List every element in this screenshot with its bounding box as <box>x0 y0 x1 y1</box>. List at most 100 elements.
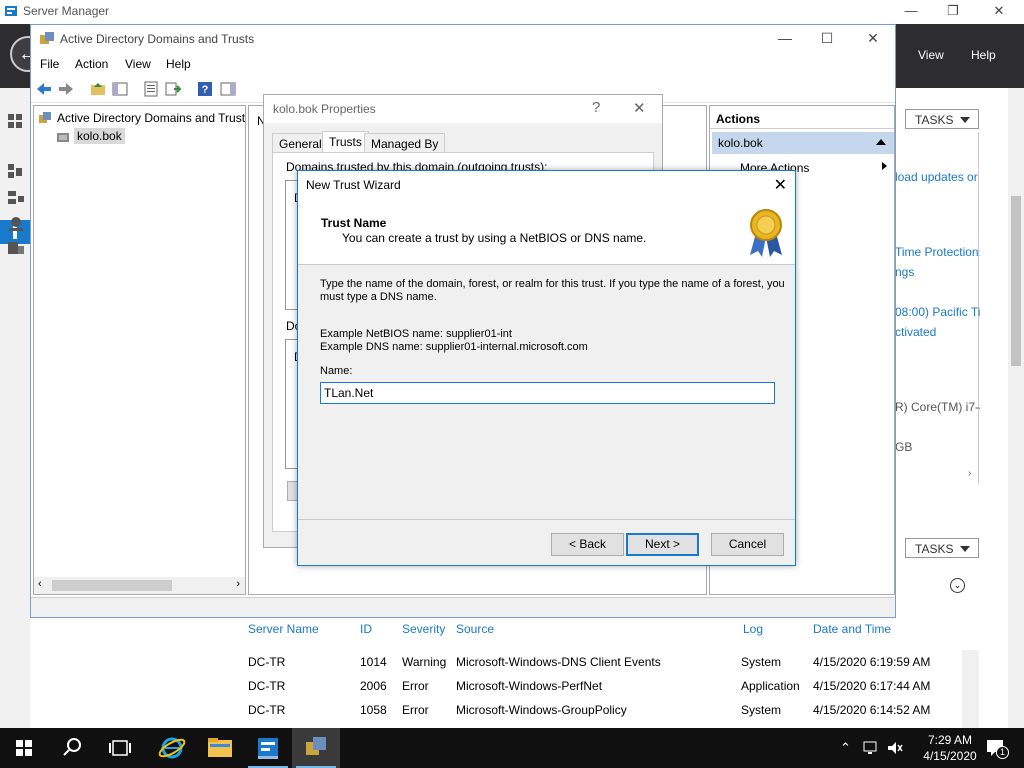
actions-header: Actions <box>710 109 894 129</box>
cell-server: DC-TR <box>248 655 286 669</box>
col-id[interactable]: ID <box>360 622 372 636</box>
cell-id: 1014 <box>360 655 387 669</box>
properties-close-button[interactable]: ✕ <box>633 99 646 117</box>
properties-icon[interactable] <box>142 80 160 98</box>
tasks-dropdown-top[interactable]: TASKS <box>905 109 979 129</box>
ad-close-button[interactable]: ✕ <box>853 29 893 49</box>
ad-titlebar: Active Directory Domains and Trusts — ☐ … <box>31 25 895 53</box>
internet-explorer-icon <box>158 737 186 759</box>
show-action-pane-icon[interactable] <box>219 80 237 98</box>
scroll-thumb[interactable] <box>1011 196 1021 366</box>
export-list-icon[interactable] <box>164 80 182 98</box>
cancel-button[interactable]: Cancel <box>711 533 784 556</box>
cell-log: Application <box>741 679 800 693</box>
maximize-button[interactable]: ❐ <box>930 2 976 22</box>
back-button[interactable]: < Back <box>551 533 624 556</box>
menu-view[interactable]: View <box>125 57 151 71</box>
forward-icon[interactable] <box>57 80 75 98</box>
col-source[interactable]: Source <box>456 622 494 636</box>
tasks-dropdown-events[interactable]: TASKS <box>905 538 979 558</box>
tree-hscroll-thumb[interactable] <box>52 580 172 591</box>
tree-root-ad-domains-trusts[interactable]: Active Directory Domains and Trust <box>57 111 245 125</box>
tile-text-activated[interactable]: ctivated <box>895 325 980 339</box>
show-hide-tree-icon[interactable] <box>111 80 129 98</box>
action-center-button[interactable]: 1 <box>984 736 1009 760</box>
wizard-titlebar: New Trust Wizard ✕ <box>298 171 795 199</box>
trust-name-input[interactable] <box>320 382 775 404</box>
scroll-right-icon[interactable]: › <box>236 578 240 590</box>
col-server-name[interactable]: Server Name <box>248 622 319 636</box>
help-menu[interactable]: Help <box>971 48 996 62</box>
example-dns: Example DNS name: supplier01-internal.mi… <box>320 341 588 353</box>
ad-maximize-button[interactable]: ☐ <box>807 29 847 49</box>
menu-help[interactable]: Help <box>166 57 191 71</box>
ad-root-icon <box>39 112 51 123</box>
back-icon[interactable] <box>35 80 53 98</box>
start-button[interactable] <box>0 728 48 768</box>
volume-muted-icon[interactable] <box>886 740 904 756</box>
task-view-button[interactable] <box>96 728 144 768</box>
tile-scroll-right-icon[interactable]: › <box>968 468 971 479</box>
events-filter-tile <box>896 562 979 612</box>
wizard-title: New Trust Wizard <box>306 178 401 192</box>
submenu-arrow-icon <box>882 162 891 170</box>
wizard-close-button[interactable]: ✕ <box>774 175 787 195</box>
server-manager-titlebar: Server Manager — ❐ ✕ <box>0 0 1024 24</box>
tree-hscrollbar[interactable]: ‹ › <box>34 577 245 594</box>
col-date-time[interactable]: Date and Time <box>813 622 891 636</box>
up-folder-icon[interactable] <box>89 80 107 98</box>
help-icon[interactable]: ? <box>196 80 214 98</box>
close-button[interactable]: ✕ <box>976 2 1022 22</box>
tab-trusts[interactable]: Trusts <box>322 131 369 153</box>
console-tree: Active Directory Domains and Trust kolo.… <box>33 105 246 595</box>
wizard-separator <box>298 519 795 520</box>
dashboard-icon[interactable] <box>6 110 26 130</box>
tab-general[interactable]: General <box>272 133 329 153</box>
file-explorer-icon <box>208 738 232 757</box>
server-manager-taskbar-button[interactable] <box>244 728 292 768</box>
network-icon[interactable] <box>862 740 880 756</box>
show-hidden-icons-icon[interactable]: ⌃ <box>840 740 851 756</box>
tile-text-settings[interactable]: ngs <box>895 265 980 279</box>
ad-ds-icon[interactable] <box>6 188 26 208</box>
status-bar <box>31 597 895 617</box>
col-log[interactable]: Log <box>743 622 763 636</box>
svg-text:?: ? <box>202 84 209 96</box>
server-manager-title: Server Manager <box>23 4 110 18</box>
scroll-left-icon[interactable]: ‹ <box>38 578 42 590</box>
ad-menubar: File Action View Help <box>31 53 895 75</box>
actions-kolo-bok[interactable]: kolo.bok <box>712 132 894 154</box>
task-view-icon <box>109 740 131 756</box>
minimize-button[interactable]: — <box>888 2 934 22</box>
cell-date: 4/15/2020 6:17:44 AM <box>813 679 931 693</box>
tree-item-kolo-bok[interactable]: kolo.bok <box>74 128 125 144</box>
tile-text-protection[interactable]: Time Protection: <box>895 245 980 259</box>
dns-icon[interactable] <box>6 214 26 234</box>
next-button[interactable]: Next > <box>626 533 699 556</box>
taskbar-clock[interactable]: 7:29 AM 4/15/2020 <box>920 732 980 764</box>
all-servers-icon[interactable] <box>6 162 26 182</box>
menu-file[interactable]: File <box>40 57 59 71</box>
windows-logo-icon <box>16 740 32 756</box>
tile-text-updates[interactable]: load updates or <box>895 170 980 184</box>
ad-domains-trusts-taskbar-button[interactable] <box>292 728 340 768</box>
internet-explorer-button[interactable] <box>148 728 196 768</box>
search-button[interactable] <box>48 728 96 768</box>
ad-minimize-button[interactable]: — <box>765 29 805 49</box>
tile-text-memory: GB <box>895 440 913 454</box>
file-services-icon[interactable] <box>6 238 26 258</box>
menu-action[interactable]: Action <box>75 57 108 71</box>
cell-severity: Warning <box>402 655 447 669</box>
expand-chevron-icon[interactable]: ⌄ <box>950 578 965 593</box>
server-manager-scrollbar[interactable] <box>1008 88 1024 728</box>
server-manager-icon <box>258 738 278 759</box>
tab-managed-by[interactable]: Managed By <box>364 133 446 153</box>
view-menu[interactable]: View <box>918 48 944 62</box>
file-explorer-button[interactable] <box>196 728 244 768</box>
cell-source: Microsoft-Windows-PerfNet <box>456 679 603 693</box>
taskbar: ⌃ 7:29 AM 4/15/2020 1 <box>0 728 1024 768</box>
tile-text-timezone[interactable]: 08:00) Pacific Ti <box>895 305 980 319</box>
events-scrollbar[interactable] <box>962 650 979 730</box>
col-severity[interactable]: Severity <box>402 622 445 636</box>
properties-help-button[interactable]: ? <box>592 99 600 116</box>
